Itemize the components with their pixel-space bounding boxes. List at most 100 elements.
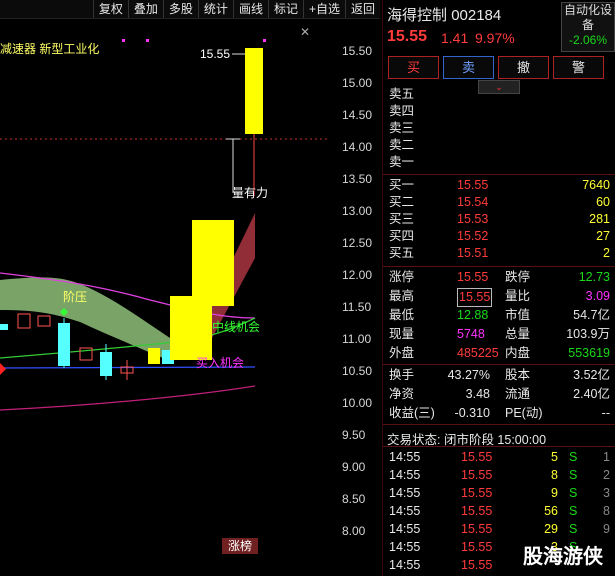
buy-level-row[interactable]: 买五 15.51 2 <box>383 245 615 262</box>
stat-label: 跌停 <box>505 270 531 284</box>
y-axis-label: 14.50 <box>342 108 373 122</box>
stat-value: 12.73 <box>578 270 610 284</box>
kline-chart[interactable]: ✕ 减速器 新型工业化 15.55 量有力 阶压 中线机会 买入机会 涨榜 15… <box>0 18 382 576</box>
candle-up <box>37 315 51 327</box>
stock-name-text: 海得控制 <box>387 7 448 24</box>
buy-button-label: 买 <box>406 60 420 75</box>
tick-row: 14:55 15.55 56 S 8 <box>383 503 615 520</box>
toolbar-back[interactable]: 返回 <box>344 0 380 18</box>
tick-time: 14:55 <box>389 522 421 536</box>
y-axis-label: 9.00 <box>342 460 366 474</box>
stat-label: 流通 <box>505 387 531 401</box>
tick-volume: 5 <box>551 450 558 464</box>
candle-down <box>100 352 112 376</box>
tick-row: 14:55 15.55 8 S 2 <box>383 467 615 484</box>
sell-button-label: 卖 <box>461 60 475 75</box>
bottom-tag[interactable]: 涨榜 <box>222 538 258 554</box>
kline-svg: ✕ <box>0 25 328 411</box>
stat-label: 市值 <box>505 308 531 322</box>
buy-level-price: 15.51 <box>457 246 489 260</box>
buy-level-row[interactable]: 买二 15.54 60 <box>383 194 615 211</box>
sector-box[interactable]: 自动化设 备 -2.06% <box>561 2 615 52</box>
marker-dot <box>122 39 125 42</box>
divider <box>383 174 615 175</box>
tick-side: S <box>569 450 578 464</box>
stats2-row: 换手 43.27% 股本 3.52亿 <box>383 367 615 384</box>
y-axis-label: 13.00 <box>342 204 373 218</box>
buy-button[interactable]: 买 <box>388 56 439 79</box>
toolbar-fuquan[interactable]: 复权 <box>92 0 128 18</box>
tick-side: S <box>569 468 578 482</box>
toolbar-overlay[interactable]: 叠加 <box>127 0 163 18</box>
stat-label: 内盘 <box>505 346 531 360</box>
buy-level-row[interactable]: 买四 15.52 27 <box>383 228 615 245</box>
tick-price: 15.55 <box>461 486 493 500</box>
stat-value: 103.9万 <box>566 327 610 341</box>
stat-label: 收益(三) <box>389 406 435 420</box>
tick-time: 14:55 <box>389 450 421 464</box>
tick-time: 14:55 <box>389 558 421 572</box>
y-axis-label: 11.50 <box>342 300 372 314</box>
buy-chance-annotation: 买入机会 <box>196 356 245 370</box>
y-axis-label: 14.00 <box>342 140 373 154</box>
marker-dot <box>263 39 266 42</box>
buy-level-row[interactable]: 买三 15.53 281 <box>383 211 615 228</box>
sell-level-3: 卖三 <box>389 121 415 135</box>
stat-label: 股本 <box>505 368 531 382</box>
stock-code: 002184 <box>451 7 502 24</box>
toolbar-add-watchlist[interactable]: +自选 <box>302 0 345 18</box>
stat-value: 2.40亿 <box>573 387 610 401</box>
tick-time: 14:55 <box>389 504 421 518</box>
cancel-button[interactable]: 撤 <box>498 56 549 79</box>
tick-price: 15.55 <box>461 450 493 464</box>
sell-level-5: 卖五 <box>389 87 415 101</box>
stat-value: 15.55 <box>457 270 489 284</box>
concept-text: 减速器 新型工业化 <box>0 42 100 56</box>
marker-dot <box>146 39 149 42</box>
tick-count: 1 <box>603 450 610 464</box>
stat-label: 现量 <box>389 327 415 341</box>
toolbar-stats[interactable]: 统计 <box>197 0 233 18</box>
buy-level-label: 买三 <box>389 212 415 226</box>
buy-level-label: 买四 <box>389 229 415 243</box>
stat-value: 12.88 <box>457 308 489 322</box>
sector-pct: -2.06% <box>568 33 608 47</box>
stat-label: 总量 <box>505 327 531 341</box>
stat-label: 外盘 <box>389 346 415 360</box>
tick-price: 15.55 <box>461 468 493 482</box>
tick-side: S <box>569 486 578 500</box>
buy-arrow-icon <box>0 363 6 375</box>
toolbar-multi-stock[interactable]: 多股 <box>162 0 198 18</box>
stats2-row: 净资 3.48 流通 2.40亿 <box>383 386 615 403</box>
buy-level-price: 15.54 <box>457 195 489 209</box>
tick-row: 14:55 15.55 29 S 9 <box>383 521 615 538</box>
y-axis-label: 9.50 <box>342 428 366 442</box>
toolbar-draw-line[interactable]: 画线 <box>232 0 268 18</box>
candle-down <box>0 324 8 330</box>
stat-value: 5748 <box>457 327 485 341</box>
y-axis-label: 15.00 <box>342 76 373 90</box>
stats-row: 涨停 15.55 跌停 12.73 <box>383 269 615 286</box>
stats2-row: 收益(三) -0.310 PE(动) -- <box>383 405 615 422</box>
alert-button[interactable]: 警 <box>553 56 604 79</box>
stats-row: 最低 12.88 市值 54.7亿 <box>383 307 615 324</box>
last-price: 15.55 <box>387 28 428 45</box>
high-price-label: 15.55 <box>200 47 231 61</box>
tick-price: 15.55 <box>461 540 493 554</box>
sell-button[interactable]: 卖 <box>443 56 494 79</box>
stat-value: 3.52亿 <box>573 368 610 382</box>
alert-button-label: 警 <box>571 60 585 75</box>
tick-count: 9 <box>603 522 610 536</box>
stats-row: 现量 5748 总量 103.9万 <box>383 326 615 343</box>
buy-level-row[interactable]: 买一 15.55 7640 <box>383 177 615 194</box>
toolbar-mark[interactable]: 标记 <box>267 0 303 18</box>
candle-up-solid <box>192 220 234 306</box>
stat-label: 最低 <box>389 308 415 322</box>
candle-limit-up <box>245 48 263 134</box>
divider <box>383 424 615 425</box>
buy-level-label: 买一 <box>389 178 415 192</box>
y-axis-label: 10.50 <box>342 364 373 378</box>
tick-time: 14:55 <box>389 540 421 554</box>
stat-label: PE(动) <box>505 406 543 420</box>
y-axis-label: 8.00 <box>342 524 366 538</box>
